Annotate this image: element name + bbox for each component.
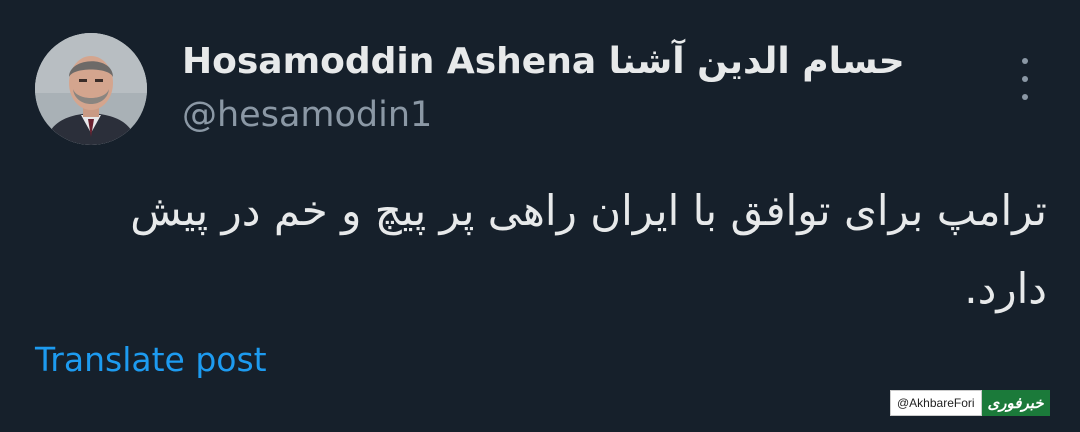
avatar[interactable] [35, 33, 147, 145]
more-dot [1022, 94, 1028, 100]
translate-post-link[interactable]: Translate post [35, 340, 267, 379]
more-dot [1022, 76, 1028, 82]
tweet-card: Hosamoddin Ashena حسام الدین آشنا @hesam… [0, 0, 1080, 432]
watermark-handle: @AkhbareFori [890, 390, 982, 416]
more-dot [1022, 58, 1028, 64]
watermark: @AkhbareFori خبرفوری [890, 390, 1050, 416]
more-vertical-icon[interactable] [1008, 58, 1042, 100]
watermark-logo: خبرفوری [981, 390, 1050, 416]
author-name[interactable]: Hosamoddin Ashena حسام الدین آشنا [182, 40, 905, 83]
post-text: ترامپ برای توافق با ایران راهی پر پیچ و … [130, 186, 1047, 313]
author-handle[interactable]: @hesamodin1 [182, 94, 432, 136]
avatar-image [35, 33, 147, 145]
